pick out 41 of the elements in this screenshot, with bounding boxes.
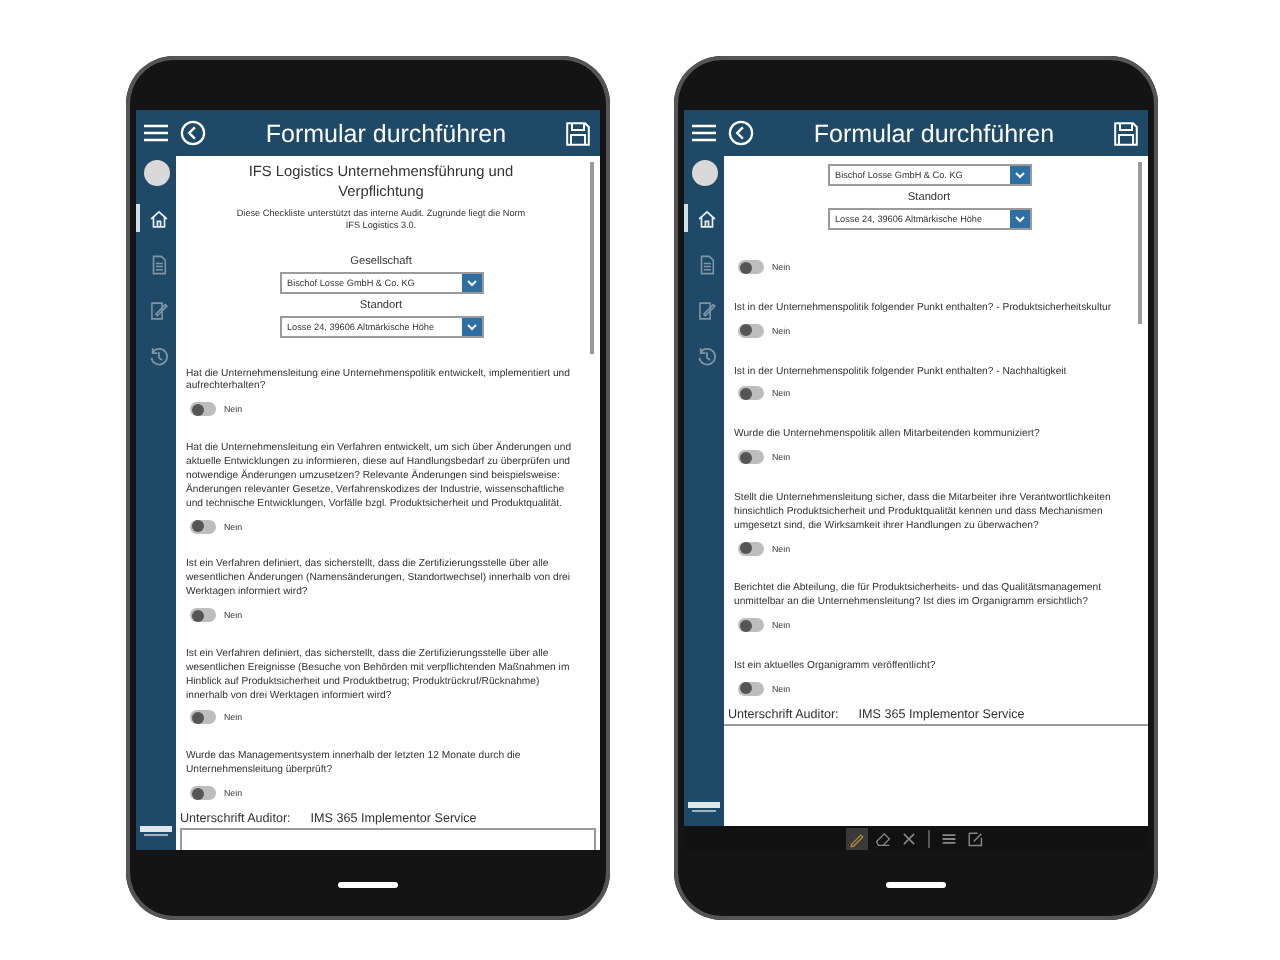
logo-icon [688, 802, 720, 814]
toggle-switch[interactable] [190, 519, 216, 534]
toggle-switch[interactable] [190, 402, 216, 417]
document-icon [147, 253, 169, 275]
chevron-down-icon [1009, 166, 1029, 184]
toggle-switch[interactable] [738, 541, 764, 556]
back-icon[interactable] [180, 120, 206, 146]
toggle-switch[interactable] [738, 450, 764, 465]
toggle-switch[interactable] [738, 618, 764, 633]
history-icon [147, 345, 169, 367]
logo-icon [140, 826, 172, 838]
clear-tool-icon[interactable] [898, 827, 920, 849]
toggle-switch[interactable] [738, 323, 764, 338]
toggle-switch[interactable] [738, 681, 764, 696]
menu-icon[interactable] [692, 124, 716, 142]
toggle-switch[interactable] [190, 786, 216, 800]
toggle-switch[interactable] [190, 608, 216, 623]
page-title: Formular durchführen [811, 119, 1057, 147]
edit-icon [147, 299, 169, 321]
home-indicator [338, 882, 398, 888]
edit-tool-icon[interactable] [964, 827, 986, 849]
avatar[interactable] [143, 160, 169, 186]
toggle-switch[interactable] [190, 710, 216, 725]
signature-pad[interactable] [180, 828, 596, 850]
eraser-tool-icon[interactable] [872, 827, 894, 849]
menu-icon[interactable] [144, 124, 168, 142]
back-icon[interactable] [728, 120, 754, 146]
avatar[interactable] [691, 160, 717, 186]
edit-icon [695, 299, 717, 321]
save-icon[interactable] [566, 121, 590, 145]
chevron-down-icon [1009, 210, 1029, 228]
toggle-switch[interactable] [738, 386, 764, 401]
document-icon [695, 253, 717, 275]
home-icon [147, 207, 169, 229]
pen-tool-icon[interactable] [846, 827, 868, 849]
home-icon [695, 207, 717, 229]
page-title: Formular durchführen [263, 119, 509, 147]
toggle-switch[interactable] [738, 260, 764, 274]
history-icon [695, 345, 717, 367]
home-indicator [886, 882, 946, 888]
save-icon[interactable] [1114, 121, 1138, 145]
